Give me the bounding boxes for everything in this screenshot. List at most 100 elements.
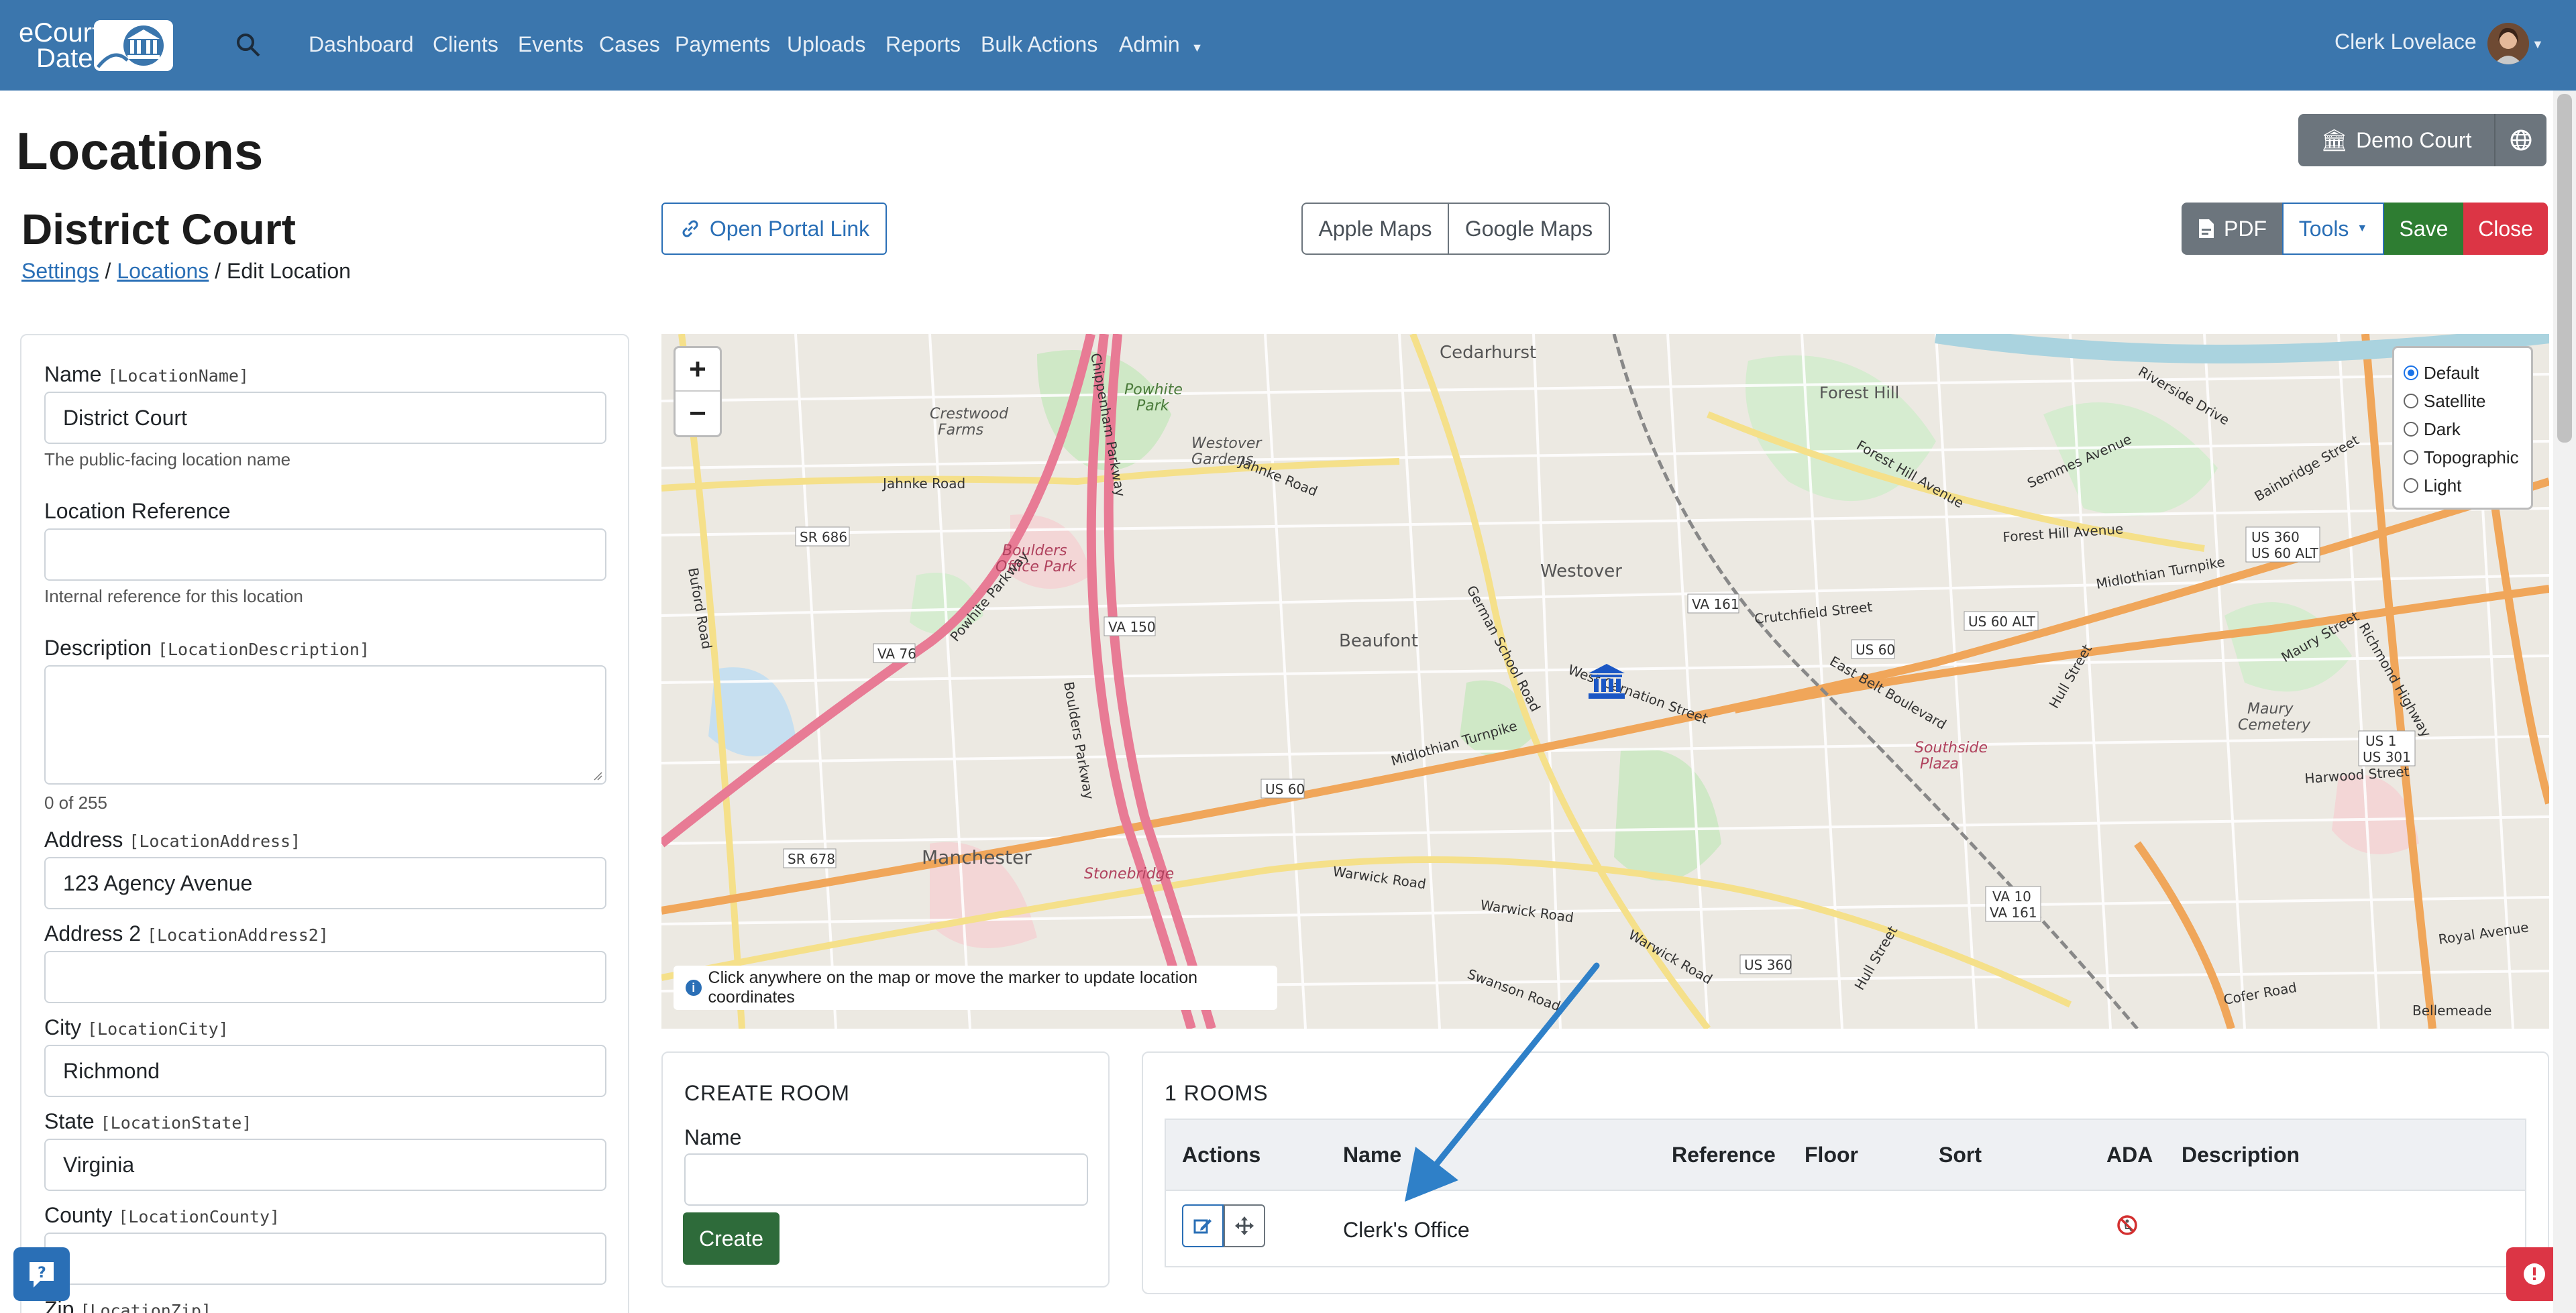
court-selector-button[interactable]: 🏛 Demo Court xyxy=(2298,114,2494,166)
col-reference[interactable]: Reference xyxy=(1672,1143,1776,1167)
address-merge-tag: [LocationAddress] xyxy=(129,832,301,851)
open-portal-link-label: Open Portal Link xyxy=(709,216,870,241)
svg-text:SR 678: SR 678 xyxy=(788,851,835,867)
svg-text:Powhite: Powhite xyxy=(1124,382,1183,398)
room-name-label: Name xyxy=(684,1125,742,1149)
svg-text:US 60: US 60 xyxy=(1265,781,1305,797)
col-description[interactable]: Description xyxy=(2182,1143,2300,1167)
open-portal-link-button[interactable]: Open Portal Link xyxy=(661,203,887,255)
nav-events[interactable]: Events xyxy=(518,32,584,57)
svg-text:?: ? xyxy=(38,1265,46,1281)
svg-text:Beaufont: Beaufont xyxy=(1339,631,1418,651)
caret-down-icon: ▼ xyxy=(1191,41,1203,54)
name-merge-tag: [LocationName] xyxy=(107,366,249,386)
map-zoom-control: + − xyxy=(674,346,722,437)
reference-input[interactable] xyxy=(44,528,606,581)
annotation-arrow-icon xyxy=(1389,959,1617,1207)
user-name[interactable]: Clerk Lovelace xyxy=(2334,30,2477,54)
map-hint: i Click anywhere on the map or move the … xyxy=(674,966,1277,1010)
description-textarea[interactable] xyxy=(44,665,606,785)
state-input[interactable]: Virginia xyxy=(44,1139,606,1191)
move-arrows-icon xyxy=(1235,1216,1254,1235)
edit-room-button[interactable] xyxy=(1182,1204,1224,1247)
nav-reports[interactable]: Reports xyxy=(885,32,961,57)
county-merge-tag: [LocationCounty] xyxy=(118,1207,280,1226)
layer-option-dark[interactable]: Dark xyxy=(2404,415,2522,443)
close-button[interactable]: Close xyxy=(2463,203,2548,255)
svg-text:VA 161: VA 161 xyxy=(1990,905,2037,921)
county-label: County [LocationCounty] xyxy=(44,1203,280,1227)
svg-text:US 301: US 301 xyxy=(2363,749,2411,765)
name-input[interactable]: District Court xyxy=(44,392,606,444)
svg-text:Manchester: Manchester xyxy=(922,846,1032,868)
address-input[interactable]: 123 Agency Avenue xyxy=(44,857,606,909)
room-name-cell: Clerk's Office xyxy=(1343,1218,1470,1242)
user-caret-down-icon[interactable]: ▼ xyxy=(2532,38,2544,52)
globe-icon xyxy=(2510,129,2532,151)
apple-maps-button[interactable]: Apple Maps xyxy=(1301,203,1449,255)
col-actions: Actions xyxy=(1182,1143,1261,1167)
tools-dropdown-button[interactable]: Tools ▼ xyxy=(2282,203,2384,255)
layer-option-satellite[interactable]: Satellite xyxy=(2404,387,2522,415)
svg-text:Farms: Farms xyxy=(938,422,983,439)
county-input[interactable] xyxy=(44,1233,606,1285)
scrollbar-thumb[interactable] xyxy=(2557,94,2572,443)
globe-button[interactable] xyxy=(2494,114,2546,166)
col-sort[interactable]: Sort xyxy=(1939,1143,1982,1167)
map-layer-switcher: Default Satellite Dark Topographic Light xyxy=(2392,346,2533,510)
breadcrumb: Settings / Locations / Edit Location xyxy=(21,259,351,283)
user-avatar[interactable] xyxy=(2487,23,2529,64)
layer-option-default[interactable]: Default xyxy=(2404,359,2522,387)
address2-input[interactable] xyxy=(44,951,606,1003)
nav-bulk-actions[interactable]: Bulk Actions xyxy=(981,32,1097,57)
zoom-in-button[interactable]: + xyxy=(676,348,720,392)
map-hint-text: Click anywhere on the map or move the ma… xyxy=(708,968,1198,1007)
breadcrumb-settings[interactable]: Settings xyxy=(21,259,99,283)
brand-line-2: Date xyxy=(36,44,93,73)
svg-text:Westover: Westover xyxy=(1540,561,1622,581)
svg-text:US 60 ALT: US 60 ALT xyxy=(1968,614,2036,630)
description-merge-tag: [LocationDescription] xyxy=(157,640,370,659)
create-room-heading: CREATE ROOM xyxy=(684,1081,850,1105)
zoom-out-button[interactable]: − xyxy=(676,392,720,435)
breadcrumb-locations[interactable]: Locations xyxy=(117,259,209,283)
breadcrumb-current: Edit Location xyxy=(226,259,351,283)
search-icon[interactable] xyxy=(235,32,262,58)
nav-payments[interactable]: Payments xyxy=(675,32,770,57)
file-pdf-icon xyxy=(2199,219,2214,238)
nav-uploads[interactable]: Uploads xyxy=(787,32,865,57)
edit-icon xyxy=(1193,1219,1212,1234)
layer-option-light[interactable]: Light xyxy=(2404,471,2522,500)
create-room-button[interactable]: Create xyxy=(683,1212,780,1265)
svg-text:US 60: US 60 xyxy=(1856,642,1895,658)
pdf-button[interactable]: PDF xyxy=(2182,203,2282,255)
svg-text:Cemetery: Cemetery xyxy=(2238,717,2311,734)
resize-handle-icon xyxy=(594,772,602,781)
layer-option-topographic[interactable]: Topographic xyxy=(2404,443,2522,471)
svg-text:Southside: Southside xyxy=(1915,740,1988,756)
name-label: Name [LocationName] xyxy=(44,362,249,386)
feedback-chat-button[interactable]: ? xyxy=(13,1247,70,1301)
svg-text:US 1: US 1 xyxy=(2365,733,2396,749)
save-button[interactable]: Save xyxy=(2384,203,2463,255)
col-floor[interactable]: Floor xyxy=(1805,1143,1858,1167)
nav-admin[interactable]: Admin ▼ xyxy=(1119,32,1203,57)
courthouse-logo-icon[interactable] xyxy=(94,20,173,71)
nav-cases[interactable]: Cases xyxy=(599,32,660,57)
chat-icon: ? xyxy=(30,1262,54,1288)
nav-dashboard[interactable]: Dashboard xyxy=(309,32,414,57)
location-title: District Court xyxy=(21,205,296,253)
svg-text:VA 150: VA 150 xyxy=(1108,619,1156,635)
location-form-card: Name [LocationName] District Court The p… xyxy=(20,334,629,1313)
svg-text:VA 76: VA 76 xyxy=(877,646,916,662)
nav-clients[interactable]: Clients xyxy=(433,32,498,57)
google-maps-button[interactable]: Google Maps xyxy=(1448,203,1610,255)
room-name-input[interactable] xyxy=(684,1153,1088,1206)
move-room-button[interactable] xyxy=(1224,1204,1265,1247)
caret-down-icon: ▼ xyxy=(2357,223,2368,234)
address2-merge-tag: [LocationAddress2] xyxy=(146,925,329,945)
col-ada[interactable]: ADA xyxy=(2106,1143,2153,1167)
city-input[interactable]: Richmond xyxy=(44,1045,606,1097)
brand-logo-text[interactable]: eCourt Date xyxy=(19,19,99,73)
location-marker-courthouse-icon[interactable] xyxy=(1587,663,1626,700)
